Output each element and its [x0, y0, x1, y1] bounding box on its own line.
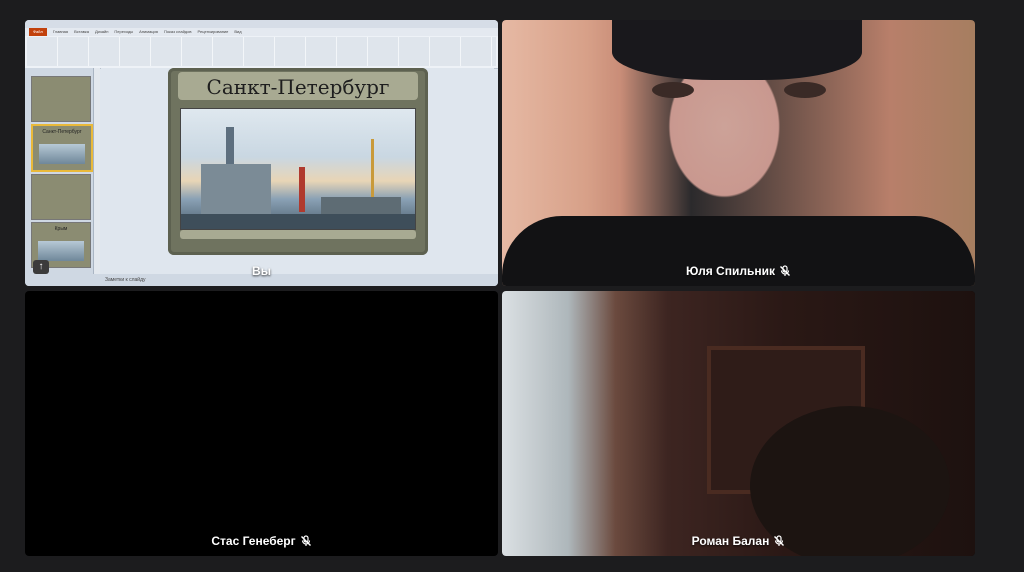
ppt-tab-transitions: Переходы [114, 29, 134, 34]
ppt-thumbnail-image [38, 241, 84, 261]
ppt-ribbon-body [27, 37, 496, 66]
slide-bottom-band [180, 230, 416, 239]
participant-name: Стас Генеберг [211, 534, 296, 548]
ppt-ribbon: Файл Главная Вставка Дизайн Переходы Ани… [25, 28, 498, 69]
slide-main: Санкт-Петербург [168, 68, 428, 255]
video-eye [652, 82, 694, 98]
video-eye [784, 82, 826, 98]
video-tile-yulia[interactable]: Юля Спильник [502, 20, 975, 286]
ppt-thumbnail-image [39, 144, 85, 164]
ppt-thumbnail [31, 76, 91, 122]
ppt-thumbnail [31, 174, 91, 220]
participant-name-label: Юля Спильник [502, 264, 975, 278]
participant-name: Роман Балан [691, 534, 770, 548]
video-tile-you[interactable]: Файл Главная Вставка Дизайн Переходы Ани… [25, 20, 498, 286]
participant-name-label: Стас Генеберг [25, 534, 498, 548]
slide-title: Санкт-Петербург [206, 75, 390, 99]
participant-name: Вы [252, 264, 271, 278]
video-tile-roman[interactable]: Роман Балан [502, 291, 975, 556]
participant-name: Юля Спильник [686, 264, 775, 278]
ppt-thumbnail-active: Санкт-Петербург [31, 124, 93, 172]
slide-photo-city [180, 108, 416, 230]
ppt-tab-file: Файл [29, 28, 47, 36]
slide-title-band: Санкт-Петербург [178, 72, 418, 100]
shared-screen-powerpoint: Файл Главная Вставка Дизайн Переходы Ани… [25, 20, 498, 286]
ppt-tab-animation: Анимация [139, 29, 158, 34]
ppt-tab-slideshow: Показ слайдов [163, 29, 192, 34]
mic-off-icon [779, 265, 790, 276]
ppt-ribbon-tabs: Файл Главная Вставка Дизайн Переходы Ани… [25, 28, 498, 36]
participant-name-label: Роман Балан [502, 534, 975, 548]
video-tile-stas[interactable]: Стас Генеберг [25, 291, 498, 556]
participant-video [502, 291, 975, 556]
ppt-slide-thumbnails: Санкт-Петербург Крым [25, 68, 94, 274]
ppt-thumbnail-scrollbar [94, 68, 100, 274]
ppt-tab-view: Вид [234, 29, 242, 34]
ppt-tab-design: Дизайн [94, 29, 109, 34]
ppt-titlebar [25, 20, 498, 28]
ppt-thumbnail-label: Санкт-Петербург [42, 129, 82, 135]
ppt-tab-home: Главная [52, 29, 69, 34]
video-hair [612, 20, 862, 80]
ppt-tab-review: Рецензирование [197, 29, 229, 34]
ppt-tab-insert: Вставка [74, 29, 89, 34]
participant-name-label: Вы [25, 264, 498, 278]
participant-video [502, 20, 975, 286]
mic-off-icon [300, 535, 311, 546]
mic-off-icon [774, 535, 785, 546]
